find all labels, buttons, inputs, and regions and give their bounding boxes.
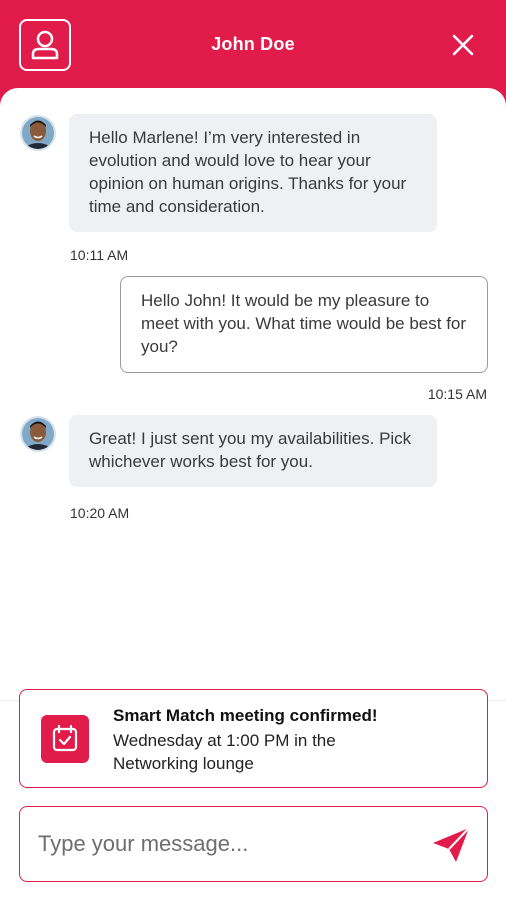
avatar[interactable] [20, 115, 56, 151]
message-composer [19, 806, 488, 882]
send-button[interactable] [430, 825, 472, 865]
avatar[interactable] [20, 416, 56, 452]
calendar-check-icon [41, 715, 89, 763]
chat-title: John Doe [211, 34, 295, 54]
close-button[interactable] [446, 28, 480, 62]
message-bubble-incoming: Great! I just sent you my availabilities… [69, 415, 437, 487]
close-icon [452, 34, 474, 56]
message-text: Hello Marlene! I’m very interested in ev… [89, 128, 407, 216]
message-text: Great! I just sent you my availabilities… [89, 429, 412, 471]
meeting-title: Smart Match meeting confirmed! [113, 706, 378, 725]
message-bubble-incoming: Hello Marlene! I’m very interested in ev… [69, 114, 437, 232]
message-timestamp: 10:11 AM [70, 247, 129, 263]
message-text: Hello John! It would be my pleasure to m… [141, 291, 467, 356]
message-timestamp: 10:15 AM [427, 386, 487, 402]
message-bubble-outgoing: Hello John! It would be my pleasure to m… [120, 276, 488, 373]
meeting-confirmation-card[interactable]: Smart Match meeting confirmed! Wednesday… [19, 689, 488, 788]
avatar-photo [22, 418, 54, 450]
send-icon [433, 827, 470, 862]
message-timestamp: 10:20 AM [70, 505, 130, 521]
meeting-detail: Wednesday at 1:00 PM in the Networking l… [113, 731, 336, 773]
message-input[interactable] [38, 827, 418, 861]
avatar-photo [22, 117, 54, 149]
